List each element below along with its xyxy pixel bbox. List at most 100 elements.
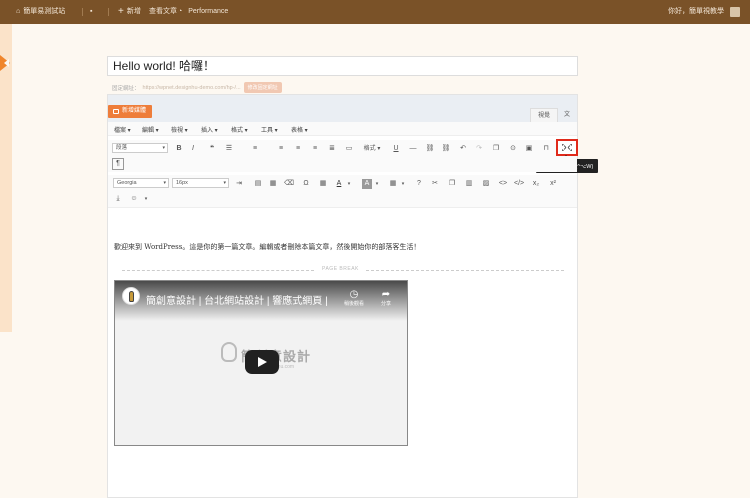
- image-icon[interactable]: ▨: [481, 179, 491, 189]
- gauge-icon: ◔: [178, 8, 183, 15]
- pilcrow-icon[interactable]: ¶: [112, 158, 124, 170]
- play-button[interactable]: [245, 350, 279, 374]
- align-center-icon[interactable]: ≡: [293, 144, 303, 154]
- italic-icon[interactable]: I: [188, 144, 198, 154]
- clock-icon: ◷: [349, 289, 359, 300]
- comments-link[interactable]: ▪: [90, 0, 92, 24]
- embedded-video[interactable]: 簡創意設計 | 台北網站設計 | 響應式網頁 | ◷ 稍後觀看 ➦ 分享 簡創意…: [114, 280, 408, 446]
- admin-side-menu: [0, 24, 12, 332]
- text-color-icon[interactable]: A: [334, 179, 344, 189]
- brand-logo: [221, 342, 237, 362]
- emoticon-icon[interactable]: ☺: [129, 194, 139, 204]
- table-icon[interactable]: ▦: [318, 179, 328, 189]
- paste-word-icon[interactable]: ▦: [268, 179, 278, 189]
- home-icon: ⌂: [16, 8, 21, 15]
- blockquote-icon[interactable]: ❝: [207, 144, 217, 154]
- menu-file[interactable]: 檔案 ▾: [114, 125, 131, 134]
- formats-menu[interactable]: 格式 ▾: [361, 144, 383, 154]
- tab-visual[interactable]: 視覺: [530, 108, 559, 122]
- indent-icon[interactable]: ⇥: [234, 179, 244, 189]
- background-color-arrow[interactable]: ▾: [372, 179, 382, 189]
- add-media-button[interactable]: 新增媒體: [108, 105, 153, 118]
- paste-text-icon[interactable]: ▤: [253, 179, 263, 189]
- post-title-input[interactable]: Hello world! 哈囉！: [107, 56, 578, 76]
- site-name-link[interactable]: ⌂ 簡單易測試站: [16, 0, 65, 24]
- post-editor: 新增媒體 視覺 文字 檔案 ▾ 編輯 ▾ 檢視 ▾ 插入 ▾ 格式 ▾ 工具 ▾…: [107, 94, 599, 498]
- site-name: 簡單易測試站: [23, 8, 66, 15]
- menu-format[interactable]: 格式 ▾: [231, 125, 248, 134]
- menu-insert[interactable]: 插入 ▾: [201, 125, 218, 134]
- insert-table-arrow[interactable]: ▾: [398, 179, 408, 189]
- underline-icon[interactable]: U: [391, 144, 401, 154]
- upload-icon[interactable]: ⤓: [113, 194, 123, 204]
- redo-icon[interactable]: ↷: [474, 144, 484, 154]
- post-body-text[interactable]: 歡迎來到 WordPress。這是你的第一篇文章。編輯或者刪除本篇文章，然後開始…: [114, 242, 420, 252]
- clear-format-icon[interactable]: ⌫: [284, 179, 294, 189]
- emoticon-arrow[interactable]: ▾: [141, 194, 151, 204]
- edit-permalink-button[interactable]: 修改固定網址: [243, 82, 282, 93]
- align-left-icon[interactable]: ≡: [276, 144, 286, 154]
- tab-text[interactable]: 文字: [557, 108, 577, 132]
- embed-icon[interactable]: ▣: [524, 144, 534, 154]
- share-icon: ➦: [381, 289, 391, 300]
- watch-later-button[interactable]: ◷ 稍後觀看: [341, 289, 367, 307]
- page-break: PAGE BREAK: [122, 266, 564, 274]
- menu-edit[interactable]: 編輯 ▾: [142, 125, 159, 134]
- performance-link[interactable]: ◔ Performance: [178, 0, 228, 24]
- copy-icon[interactable]: ❐: [491, 144, 501, 154]
- help-icon[interactable]: ?: [414, 179, 424, 189]
- binoculars-icon[interactable]: ⊙: [508, 144, 518, 154]
- code-icon[interactable]: <>: [498, 179, 508, 189]
- permalink-url[interactable]: https://wpnet.designhu-demo.com/hp-/...: [143, 85, 241, 91]
- horizontal-line-icon[interactable]: —: [408, 144, 418, 154]
- font-size-select[interactable]: 16px ▾: [172, 178, 229, 188]
- view-posts-link[interactable]: 查看文章: [149, 0, 177, 24]
- menu-tools[interactable]: 工具 ▾: [261, 125, 278, 134]
- new-label: 新增: [126, 8, 141, 15]
- horizontal-more-icon[interactable]: ▭: [344, 144, 354, 154]
- editor-tools: 新增媒體 視覺 文字: [108, 95, 577, 132]
- fullscreen-icon: [562, 144, 572, 151]
- divider: [108, 8, 109, 16]
- background-color-icon[interactable]: A: [362, 179, 372, 189]
- paragraph-format-select[interactable]: 段落 ▾: [112, 143, 168, 153]
- justify-icon[interactable]: ≣: [327, 144, 337, 154]
- bookmark-icon[interactable]: ⊓: [541, 144, 551, 154]
- page-break-line-left: [122, 270, 314, 271]
- lightbulb-icon: [129, 291, 134, 302]
- menu-view[interactable]: 檢視 ▾: [171, 125, 188, 134]
- toolbar-row-1: 段落 ▾ B I ❝ ☰ ≡ ≡ ≡ ≡ ≣ ▭ 格式 ▾ U — ⛓ ⛓ ↶ ↷…: [108, 139, 578, 157]
- subscript-icon[interactable]: x₂: [531, 179, 541, 189]
- cut-icon[interactable]: ✂: [430, 179, 440, 189]
- source-code-icon[interactable]: </>: [514, 179, 524, 189]
- copy-doc-icon[interactable]: ❐: [447, 179, 457, 189]
- unlink-icon[interactable]: ⛓: [441, 144, 451, 154]
- page-break-line-right: [366, 270, 564, 271]
- undo-icon[interactable]: ↶: [458, 144, 468, 154]
- comment-icon: ▪: [90, 8, 93, 15]
- toolbar-row-3: ⤓ ☺ ▾: [108, 191, 577, 207]
- superscript-icon[interactable]: x²: [548, 179, 558, 189]
- link-icon[interactable]: ⛓: [425, 144, 435, 154]
- insert-table-icon[interactable]: ▦: [388, 179, 398, 189]
- account-menu[interactable]: 你好，簡單視教學: [668, 0, 740, 24]
- omega-icon[interactable]: Ω: [301, 179, 311, 189]
- avatar: [730, 7, 740, 17]
- editor-content[interactable]: 歡迎來到 WordPress。這是你的第一篇文章。編輯或者刪除本篇文章，然後開始…: [108, 207, 577, 497]
- font-family-select[interactable]: Georgia ▾: [113, 178, 169, 188]
- video-title[interactable]: 簡創意設計 | 台北網站設計 | 響應式網頁 |: [146, 292, 328, 307]
- greeting-text: 你好，簡單視教學: [668, 8, 724, 15]
- bullet-list-icon[interactable]: ☰: [224, 144, 234, 154]
- permalink-row: 固定網址： https://wpnet.designhu-demo.com/hp…: [112, 82, 282, 93]
- share-button[interactable]: ➦ 分享: [373, 289, 399, 307]
- new-content-link[interactable]: + 新增: [118, 0, 141, 24]
- align-right-icon[interactable]: ≡: [310, 144, 320, 154]
- paste-icon[interactable]: ▥: [464, 179, 474, 189]
- channel-logo[interactable]: [122, 287, 140, 305]
- text-color-arrow[interactable]: ▾: [344, 179, 354, 189]
- bold-icon[interactable]: B: [174, 144, 184, 154]
- menu-table[interactable]: 表格 ▾: [291, 125, 308, 134]
- numbered-list-icon[interactable]: ≡: [250, 144, 260, 154]
- distraction-free-button[interactable]: [556, 139, 578, 156]
- admin-bar: ⌂ 簡單易測試站 ▪ + 新增 查看文章 ◔ Performance 你好，簡單…: [0, 0, 750, 24]
